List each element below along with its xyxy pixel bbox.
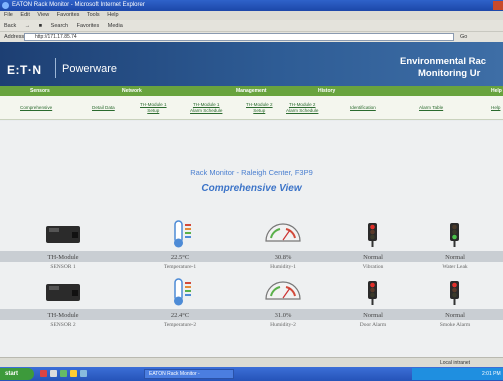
go-button[interactable]: Go [460,32,467,42]
quicklaunch-icon[interactable] [70,370,77,377]
sensor-label: SENSOR 1 [50,264,76,270]
back-button[interactable]: Back [4,23,16,29]
powerware-brand: Powerware [62,63,118,75]
thermometer-icon [174,278,191,306]
traffic-light-red-icon [368,223,377,247]
subnav-help[interactable]: Help [491,105,500,111]
taskbar-task-rack-monitor[interactable]: EATON Rack Monitor - [144,369,234,379]
menu-view[interactable]: View [37,12,49,18]
quicklaunch-icon[interactable] [40,370,47,377]
sensor-cell-humidity[interactable]: 30.8% Humidity-1 [244,213,322,271]
subnav-th2-setup[interactable]: TH-Module 2 Setup [246,102,273,113]
th-module-icon [46,284,80,301]
subnav-detail-data[interactable]: Detail Data [92,105,115,111]
taskbar: start EATON Rack Monitor - 2:01 PM [0,367,503,381]
nav-sensors[interactable]: Sensors [30,86,50,96]
menu-tools[interactable]: Tools [87,12,100,18]
nav-network[interactable]: Network [122,86,142,96]
nav-history[interactable]: History [318,86,335,96]
window-titlebar: EATON Rack Monitor - Microsoft Internet … [0,0,503,11]
search-button[interactable]: Search [51,23,68,29]
address-bar: Address http://171.17.85.74 Go [0,32,503,42]
menu-bar: File Edit View Favorites Tools Help [0,11,503,20]
forward-icon[interactable]: → [25,23,31,29]
sensor-cell-smoke-alarm[interactable]: Normal Smoke Alarm [416,271,494,329]
subnav-comprehensive[interactable]: Comprehensive [20,105,52,111]
stop-icon[interactable]: ■ [39,23,42,29]
sensor-label: Humidity-1 [270,264,296,270]
th-module-icon [46,226,80,243]
thermometer-icon [174,220,191,248]
start-button[interactable]: start [0,368,34,380]
sensor-label: Door Alarm [359,322,387,328]
sensor-status: 30.8% [274,254,292,261]
favorites-button[interactable]: Favorites [77,23,100,29]
browser-statusbar: Local intranet [0,357,503,367]
humidity-gauge-icon [265,281,301,300]
location-title: Rack Monitor - Raleigh Center, F3P9 [190,168,313,177]
nav-help[interactable]: Help [491,86,502,96]
traffic-light-red-icon [450,281,459,305]
address-input[interactable]: http://171.17.85.74 [24,33,454,41]
sensor-status: Normal [445,312,465,319]
sensor-cell-humidity[interactable]: 31.0% Humidity-2 [244,271,322,329]
window-title: EATON Rack Monitor - Microsoft Internet … [12,2,145,8]
sensor-cell-vibration[interactable]: Normal Vibration [334,213,412,271]
menu-favorites[interactable]: Favorites [57,12,80,18]
traffic-light-red-icon [368,281,377,305]
sensor-label: Smoke Alarm [439,322,471,328]
sensor-status: 22.4°C [170,312,190,319]
sensor-cell-temperature[interactable]: 22.5°C Temperature-1 [141,213,219,271]
sensor-cell-door-alarm[interactable]: Normal Door Alarm [334,271,412,329]
sensor-cell-temperature[interactable]: 22.4°C Temperature-2 [141,271,219,329]
sensor-label: Vibration [362,264,384,270]
sensor-status: 31.0% [274,312,292,319]
humidity-gauge-icon [265,223,301,242]
quicklaunch-icon[interactable] [60,370,67,377]
sensor-status: Normal [445,254,465,261]
sensor-cell-water-leak[interactable]: Normal Water Leak [416,213,494,271]
menu-help[interactable]: Help [107,12,118,18]
ie-icon [2,2,9,9]
sensor-status: TH-Module [47,312,79,319]
sensor-status: 22.5°C [170,254,190,261]
sensor-row-2: TH-Module SENSOR 2 22.4°C Temperature-2 [0,271,503,329]
sensor-cell-th-module[interactable]: TH-Module SENSOR 1 [24,213,102,271]
eaton-logo: E:T·N [7,63,42,77]
media-button[interactable]: Media [108,23,123,29]
sensor-label: SENSOR 2 [50,322,76,328]
traffic-light-green-icon [450,223,459,247]
subnav-th1-setup[interactable]: TH-Module 1 Setup [140,102,167,113]
sensor-cell-th-module[interactable]: TH-Module SENSOR 2 [24,271,102,329]
menu-file[interactable]: File [4,12,13,18]
page-title: Comprehensive View [201,183,302,194]
subnav-alarm-table[interactable]: Alarm Table [419,105,443,111]
nav-management[interactable]: Management [236,86,267,96]
subnav-th2-alarm[interactable]: TH-Module 2 Alarm Schedule [286,102,318,113]
sensor-status: Normal [363,254,383,261]
sensor-status: TH-Module [47,254,79,261]
logo-divider [55,58,56,78]
sensor-row-1: TH-Module SENSOR 1 22.5°C Temperature-1 [0,213,503,271]
close-window-button[interactable] [493,1,503,10]
sensor-status: Normal [363,312,383,319]
product-title-line1: Environmental Rac [400,56,487,67]
sensor-label: Water Leak [442,264,468,270]
subnav-identification[interactable]: Identification [350,105,376,111]
page-header: E:T·N Powerware Environmental Rac Monito… [0,42,503,86]
secondary-nav: Comprehensive Detail Data TH-Module 1 Set… [0,96,503,120]
address-label: Address [4,34,25,40]
subnav-th1-alarm[interactable]: TH-Module 1 Alarm Schedule [190,102,222,113]
product-title-line2: Monitoring Ur [418,68,481,79]
primary-nav: Sensors Network Management History Help [0,86,503,96]
sensor-label: Temperature-2 [163,322,197,328]
quicklaunch-icon[interactable] [50,370,57,377]
browser-toolbar: Back → ■ Search Favorites Media [0,20,503,32]
sensor-label: Humidity-2 [270,322,296,328]
sensor-label: Temperature-1 [163,264,197,270]
quicklaunch-icon[interactable] [80,370,87,377]
menu-edit[interactable]: Edit [20,12,29,18]
main-content: Rack Monitor - Raleigh Center, F3P9 Comp… [0,121,503,357]
taskbar-clock: 2:01 PM [482,371,501,377]
